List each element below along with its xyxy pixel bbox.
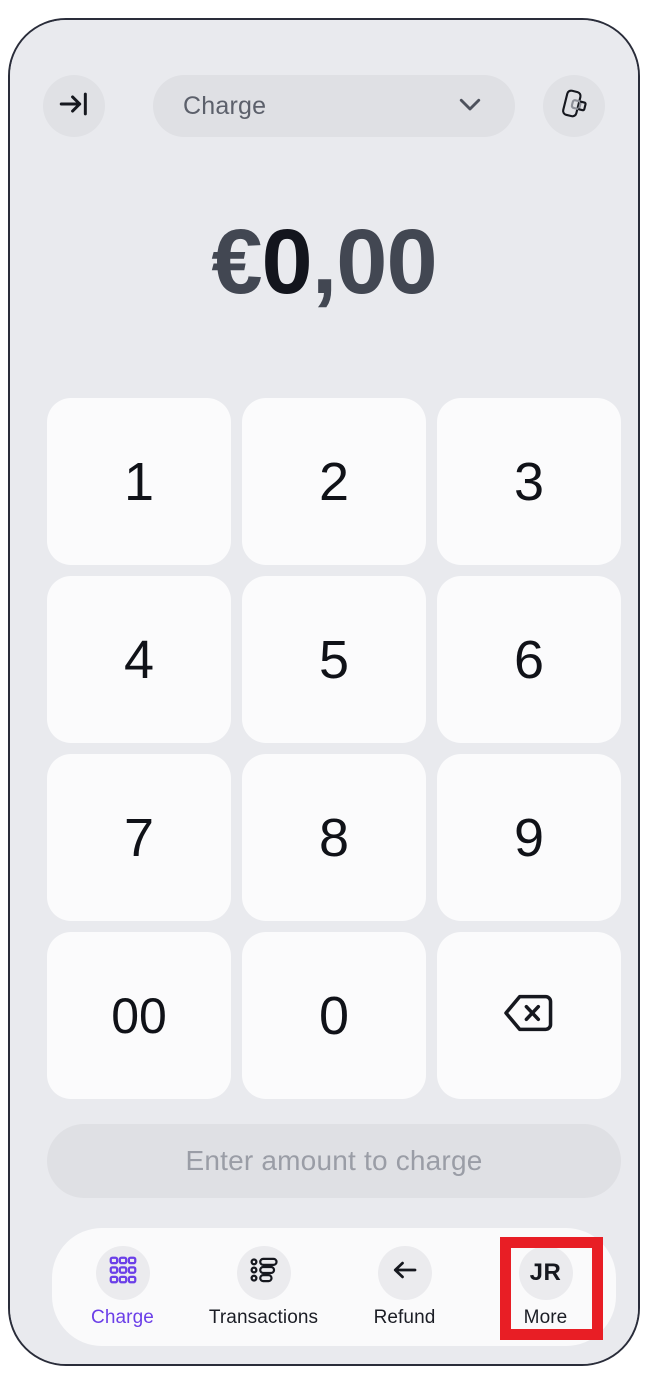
amount-decimal-part: ,00 bbox=[311, 211, 438, 313]
key-3[interactable]: 3 bbox=[437, 398, 621, 565]
key-1[interactable]: 1 bbox=[47, 398, 231, 565]
arrow-left-icon bbox=[390, 1255, 420, 1290]
amount-integer-part: 0 bbox=[261, 211, 313, 313]
key-label: 1 bbox=[123, 451, 155, 512]
nav-item-label: Refund bbox=[373, 1306, 436, 1328]
key-label: 5 bbox=[318, 629, 350, 690]
key-label: 6 bbox=[513, 629, 545, 690]
key-label: 7 bbox=[123, 807, 155, 868]
key-backspace[interactable] bbox=[437, 932, 621, 1099]
key-7[interactable]: 7 bbox=[47, 754, 231, 921]
key-label: 4 bbox=[123, 629, 155, 690]
amount-currency-symbol: € bbox=[211, 211, 262, 313]
grid-keypad-icon-container bbox=[95, 1245, 150, 1300]
bottom-navigation-bar: Charge Transactions Refund JR More bbox=[52, 1228, 616, 1346]
charge-cta-label: Enter amount to charge bbox=[185, 1145, 483, 1176]
nav-item-label: More bbox=[523, 1306, 568, 1328]
avatar-initials: JR bbox=[529, 1258, 562, 1286]
key-label: 9 bbox=[513, 807, 545, 868]
key-label: 3 bbox=[513, 451, 545, 512]
numeric-keypad: 1 2 3 4 5 6 7 8 9 00 0 bbox=[47, 398, 621, 1099]
amount-display: €0,00 bbox=[10, 216, 638, 308]
charge-cta-button[interactable]: Enter amount to charge bbox=[47, 1124, 621, 1198]
phone-frame: Charge €0,00 1 2 3 4 5 6 7 8 9 00 0 Ente… bbox=[8, 18, 640, 1366]
key-double-zero[interactable]: 00 bbox=[47, 932, 231, 1099]
nav-item-more[interactable]: JR More bbox=[475, 1228, 616, 1346]
key-label: 0 bbox=[318, 985, 350, 1046]
mode-selector-label: Charge bbox=[183, 91, 267, 120]
avatar: JR bbox=[518, 1245, 573, 1300]
nav-item-label: Transactions bbox=[208, 1306, 319, 1328]
grid-keypad-icon bbox=[108, 1255, 138, 1290]
backspace-icon bbox=[503, 985, 555, 1047]
key-label: 2 bbox=[318, 451, 350, 512]
list-icon-container bbox=[236, 1245, 291, 1300]
key-2[interactable]: 2 bbox=[242, 398, 426, 565]
key-8[interactable]: 8 bbox=[242, 754, 426, 921]
list-icon bbox=[249, 1255, 279, 1290]
app-screen: Charge €0,00 1 2 3 4 5 6 7 8 9 00 0 Ente… bbox=[10, 20, 638, 1364]
nav-item-charge[interactable]: Charge bbox=[52, 1228, 193, 1346]
key-0[interactable]: 0 bbox=[242, 932, 426, 1099]
key-5[interactable]: 5 bbox=[242, 576, 426, 743]
key-label: 8 bbox=[318, 807, 350, 868]
chevron-down-icon bbox=[455, 89, 485, 124]
mode-selector-dropdown[interactable]: Charge bbox=[153, 75, 515, 137]
key-4[interactable]: 4 bbox=[47, 576, 231, 743]
nav-item-refund[interactable]: Refund bbox=[334, 1228, 475, 1346]
tap-to-pay-phone-icon bbox=[556, 86, 592, 127]
arrow-left-icon-container bbox=[377, 1245, 432, 1300]
exit-button[interactable] bbox=[43, 75, 105, 137]
arrow-right-to-bar-icon bbox=[57, 87, 91, 126]
nav-item-label: Charge bbox=[91, 1306, 154, 1328]
key-9[interactable]: 9 bbox=[437, 754, 621, 921]
top-bar: Charge bbox=[10, 75, 638, 137]
nav-item-transactions[interactable]: Transactions bbox=[193, 1228, 334, 1346]
key-label: 00 bbox=[111, 987, 167, 1044]
key-6[interactable]: 6 bbox=[437, 576, 621, 743]
tap-to-pay-button[interactable] bbox=[543, 75, 605, 137]
